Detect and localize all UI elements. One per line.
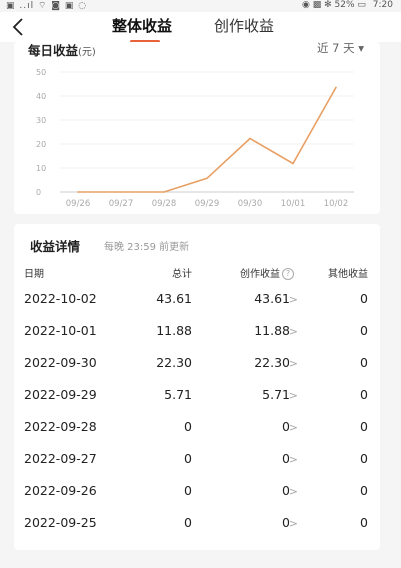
y-tick-label: 0 [36,188,41,197]
column-header-other: 其他收益 [328,269,368,280]
row-date: 2022-09-25 [24,515,97,530]
data-point [292,162,294,165]
x-tick-label: 09/30 [238,199,263,209]
x-tick-label: 09/27 [109,199,134,209]
earnings-detail-card: 收益详情 每晚 23:59 前更新 日期 总计 创作收益? 其他收益 2022-… [14,224,380,550]
chevron-right-icon: > [288,389,298,402]
row-total: 22.30 [156,355,192,370]
row-total: 5.71 [164,387,192,402]
chart-title-text: 每日收益 [28,43,79,58]
date-range-selector[interactable]: 近 7 天 ▾ [317,40,364,56]
table-row[interactable]: 2022-09-27 0 0 >0 [14,451,380,483]
data-point [77,191,79,193]
row-other: 0 [360,451,368,466]
table-row[interactable]: 2022-09-28 0 0 >0 [14,419,380,451]
row-other: 0 [360,291,368,306]
table-row[interactable]: 2022-09-29 5.71 5.71 >0 [14,387,380,419]
status-indicators: ◉ ▩ ✻ 52% ▭ [302,0,366,10]
chevron-right-icon: > [288,421,298,434]
row-other: 0 [360,355,368,370]
row-date: 2022-09-27 [24,451,97,466]
chevron-right-icon: > [288,293,298,306]
help-icon[interactable]: ? [282,268,294,280]
chevron-right-icon: > [288,357,298,370]
status-time: 7:20 [372,0,393,10]
row-date: 2022-10-01 [24,323,97,338]
update-note: 每晚 23:59 前更新 [104,242,190,253]
top-nav: 整体收益 创作收益 [0,12,401,43]
y-tick-label: 20 [36,140,46,149]
row-other: 0 [360,483,368,498]
y-tick-label: 50 [36,68,46,77]
earnings-series-line [78,86,337,193]
x-tick-label: 10/02 [324,199,349,209]
row-date: 2022-09-30 [24,355,97,370]
table-row[interactable]: 2022-09-30 22.30 22.30 >0 [14,355,380,387]
tab-overall-earnings[interactable]: 整体收益 [112,16,172,36]
row-total: 43.61 [156,291,192,306]
row-other: 0 [360,323,368,338]
chart-title: 每日收益(元) [28,40,96,59]
x-tick-label: 09/29 [195,199,220,209]
data-point [335,86,337,89]
detail-title: 收益详情 [30,239,81,254]
column-header-creation-label: 创作收益 [240,269,280,280]
x-tick-label: 10/01 [281,199,306,209]
y-tick-label: 30 [36,116,46,125]
status-icons-right: ◉ ▩ ✻ 52% ▭ 7:20 [302,0,393,10]
y-tick-label: 10 [36,164,46,173]
daily-earnings-card: 每日收益(元) 近 7 天 ▾ 0 10 20 30 40 50 09/26 09/27 09/… [14,40,380,214]
row-total: 0 [184,419,192,434]
column-header-creation: 创作收益? [240,265,294,280]
row-other: 0 [360,515,368,530]
data-point [206,177,208,180]
row-date: 2022-09-29 [24,387,97,402]
table-row[interactable]: 2022-10-01 11.88 11.88 >0 [14,323,380,355]
row-total: 11.88 [156,323,192,338]
column-header-date: 日期 [24,269,44,280]
row-creation[interactable]: 5.71 [262,387,290,403]
table-row[interactable]: 2022-09-25 0 0 >0 [14,515,380,547]
x-tick-label: 09/28 [152,199,177,209]
chevron-right-icon: > [288,453,298,466]
row-other: 0 [360,419,368,434]
chevron-right-icon: > [288,517,298,530]
row-date: 2022-09-26 [24,483,97,498]
row-other: 0 [360,387,368,402]
row-date: 2022-10-02 [24,291,97,306]
chevron-right-icon: > [288,325,298,338]
earnings-line-chart: 0 10 20 30 40 50 09/26 09/27 09/28 09/29 09/30 10/0… [36,68,354,209]
status-icons-left: ▣ ..ıl ⌔ ◙ ▣ ◌ [6,1,88,11]
data-point [163,191,165,193]
row-date: 2022-09-28 [24,419,97,434]
row-total: 0 [184,451,192,466]
row-creation[interactable]: 22.30 [254,355,290,371]
row-creation[interactable]: 11.88 [254,323,290,339]
data-point [120,191,122,193]
row-creation[interactable]: 43.61 [254,291,290,307]
back-arrow-icon[interactable] [10,16,28,38]
table-row[interactable]: 2022-10-02 43.61 43.61 >0 [14,291,380,323]
chevron-right-icon: > [288,485,298,498]
table-row[interactable]: 2022-09-26 0 0 >0 [14,483,380,515]
row-total: 0 [184,483,192,498]
status-bar: ▣ ..ıl ⌔ ◙ ▣ ◌ ◉ ▩ ✻ 52% ▭ 7:20 [0,0,401,12]
x-tick-label: 09/26 [66,199,91,209]
column-header-total: 总计 [172,269,192,280]
tab-creation-earnings[interactable]: 创作收益 [214,16,274,36]
y-tick-label: 40 [36,92,46,101]
data-point [249,137,251,140]
row-total: 0 [184,515,192,530]
chart-title-unit: (元) [78,47,96,58]
